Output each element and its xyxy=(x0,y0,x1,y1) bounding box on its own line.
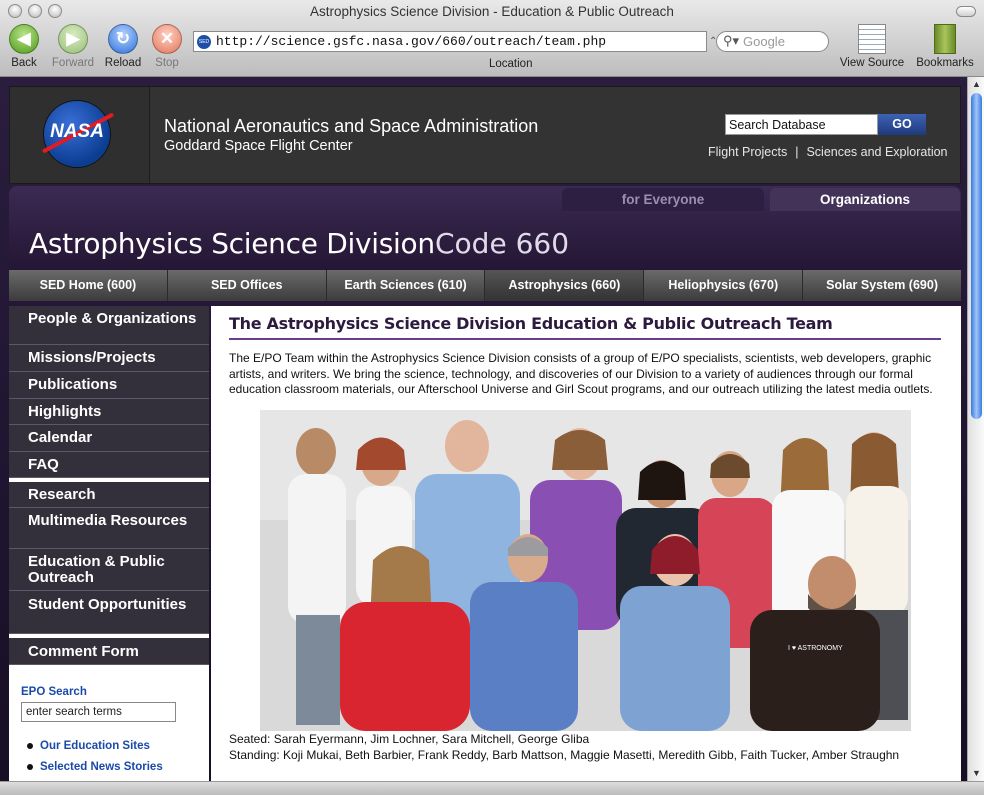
bullet-icon xyxy=(27,742,33,749)
toolbar-toggle-button[interactable] xyxy=(956,6,976,17)
page-title: The Astrophysics Science Division Educat… xyxy=(229,314,833,333)
education-sites-link[interactable]: Our Education Sites xyxy=(27,740,150,752)
site-favicon-icon: SED xyxy=(197,35,211,49)
center-name: Goddard Space Flight Center xyxy=(164,138,353,154)
nav-heliophysics[interactable]: Heliophysics (670) xyxy=(644,270,804,301)
intro-paragraph: The E/PO Team within the Astrophysics Sc… xyxy=(229,351,933,396)
back-arrow-icon: ◀ xyxy=(9,24,39,54)
sidebar-item-comment[interactable]: Comment Form xyxy=(9,634,209,665)
view-source-label: View Source xyxy=(839,57,905,69)
division-code: Code 660 xyxy=(435,227,570,260)
forward-label: Forward xyxy=(51,57,95,69)
title-rule xyxy=(229,338,941,340)
tab-for-everyone[interactable]: for Everyone xyxy=(562,188,764,211)
main-content: The Astrophysics Science Division Educat… xyxy=(211,306,961,781)
stop-button[interactable]: ✕ Stop xyxy=(149,24,185,69)
stop-label: Stop xyxy=(155,57,179,69)
tab-organizations[interactable]: Organizations xyxy=(770,188,960,211)
back-label: Back xyxy=(11,57,37,69)
sidebar-item-student[interactable]: Student Opportunities xyxy=(9,591,209,634)
bookmarks-icon xyxy=(934,24,956,54)
org-name: National Aeronautics and Space Administr… xyxy=(164,116,539,136)
web-search-field[interactable]: ⚲▾ Google xyxy=(716,31,829,52)
header-links: Flight Projects | Sciences and Exploration xyxy=(708,145,948,159)
link-separator: | xyxy=(795,145,799,159)
bookmarks-label: Bookmarks xyxy=(916,57,974,69)
sidebar-menu: People & Organizations Missions/Projects… xyxy=(9,306,209,665)
reload-icon: ↻ xyxy=(108,24,138,54)
shirt-text: I ♥ ASTRONOMY xyxy=(788,645,843,652)
reload-label: Reload xyxy=(104,57,142,69)
status-bar xyxy=(0,781,984,795)
database-search-input[interactable]: Search Database xyxy=(725,114,878,135)
nav-sed-home[interactable]: SED Home (600) xyxy=(9,270,168,301)
sciences-exploration-link[interactable]: Sciences and Exploration xyxy=(806,145,947,159)
scroll-thumb[interactable] xyxy=(971,93,982,419)
view-source-icon xyxy=(858,24,886,54)
flight-projects-link[interactable]: Flight Projects xyxy=(708,145,787,159)
web-page: NASA National Aeronautics and Space Admi… xyxy=(0,77,967,781)
location-label: Location xyxy=(489,58,533,70)
scroll-up-icon[interactable]: ▲ xyxy=(972,79,981,89)
sidebar: People & Organizations Missions/Projects… xyxy=(9,306,209,781)
vertical-scrollbar[interactable]: ▲ ▼ xyxy=(967,77,984,781)
stop-icon: ✕ xyxy=(152,24,182,54)
window-title: Astrophysics Science Division - Educatio… xyxy=(310,4,674,19)
logo-area: NASA xyxy=(10,87,150,183)
forward-arrow-icon: ▶ xyxy=(58,24,88,54)
sidebar-item-calendar[interactable]: Calendar xyxy=(9,425,209,452)
search-icon: ⚲▾ xyxy=(723,33,740,48)
bullet-icon xyxy=(27,763,33,770)
nav-earth-sciences[interactable]: Earth Sciences (610) xyxy=(327,270,486,301)
view-source-button[interactable]: View Source xyxy=(836,24,908,69)
sidebar-item-research[interactable]: Research xyxy=(9,478,209,508)
back-button[interactable]: ◀ Back xyxy=(6,24,42,69)
caption-seated: Seated: Sarah Eyermann, Jim Lochner, Sar… xyxy=(229,732,590,746)
address-bar[interactable]: SED http://science.gsfc.nasa.gov/660/out… xyxy=(193,31,707,52)
team-photo-drawing: I ♥ ASTRONOMY xyxy=(260,410,911,731)
top-nav: SED Home (600) SED Offices Earth Science… xyxy=(9,270,961,301)
address-text: http://science.gsfc.nasa.gov/660/outreac… xyxy=(216,34,607,49)
browser-chrome: Astrophysics Science Division - Educatio… xyxy=(0,0,984,77)
site-header: NASA National Aeronautics and Space Admi… xyxy=(9,86,961,184)
sidebar-item-people[interactable]: People & Organizations xyxy=(9,306,209,345)
news-stories-link[interactable]: Selected News Stories xyxy=(27,761,163,773)
scroll-down-icon[interactable]: ▼ xyxy=(972,768,981,778)
search-placeholder: Google xyxy=(743,34,785,49)
sidebar-item-missions[interactable]: Missions/Projects xyxy=(9,345,209,372)
forward-button[interactable]: ▶ Forward xyxy=(48,24,98,69)
sidebar-item-highlights[interactable]: Highlights xyxy=(9,399,209,425)
epo-search-input[interactable]: enter search terms xyxy=(21,702,176,722)
caption-standing: Standing: Koji Mukai, Beth Barbier, Fran… xyxy=(229,748,900,762)
epo-search-label: EPO Search xyxy=(21,686,87,698)
team-photo: I ♥ ASTRONOMY xyxy=(260,410,911,731)
division-title: Astrophysics Science Division xyxy=(29,227,435,260)
bookmarks-button[interactable]: Bookmarks xyxy=(912,24,978,69)
nasa-logo[interactable]: NASA xyxy=(41,101,115,167)
sidebar-item-multimedia[interactable]: Multimedia Resources xyxy=(9,508,209,549)
nav-sed-offices[interactable]: SED Offices xyxy=(168,270,327,301)
reload-button[interactable]: ↻ Reload xyxy=(103,24,143,69)
sidebar-item-faq[interactable]: FAQ xyxy=(9,452,209,478)
title-bar: Astrophysics Science Division - Educatio… xyxy=(0,0,984,24)
go-button[interactable]: GO xyxy=(878,114,926,135)
nav-solar-system[interactable]: Solar System (690) xyxy=(803,270,961,301)
sidebar-item-publications[interactable]: Publications xyxy=(9,372,209,399)
nav-astrophysics[interactable]: Astrophysics (660) xyxy=(485,270,645,301)
sidebar-item-epo[interactable]: Education & Public Outreach xyxy=(9,549,209,591)
